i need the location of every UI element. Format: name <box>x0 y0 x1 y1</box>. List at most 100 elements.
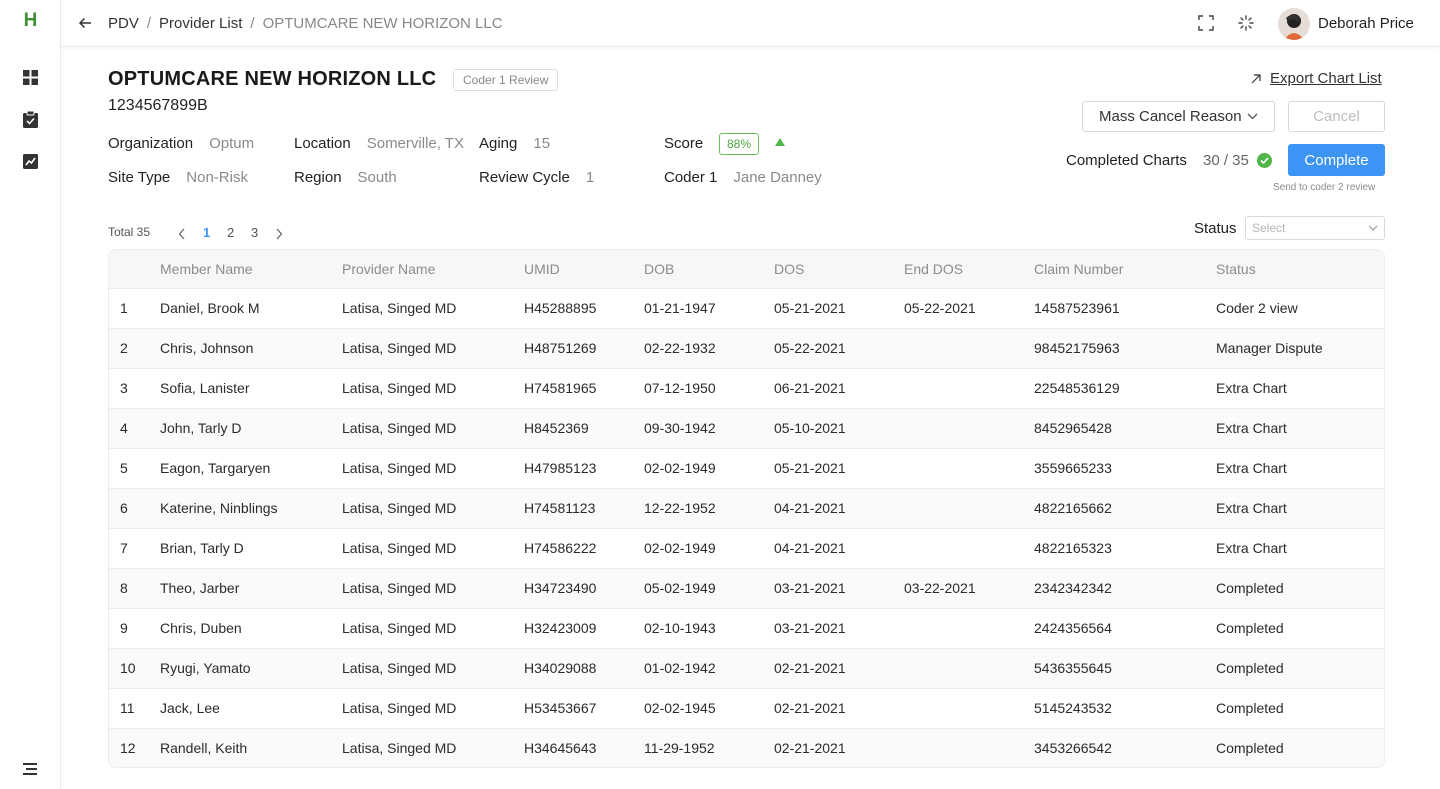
cell-dob: 02-10-1943 <box>644 620 716 636</box>
cell-provider-name: Latisa, Singed MD <box>342 540 457 556</box>
cell-member-name: Brian, Tarly D <box>160 540 244 556</box>
column-header-dos[interactable]: DOS <box>774 250 904 288</box>
column-header-umid[interactable]: UMID <box>524 250 644 288</box>
cell-umid: H34723490 <box>524 580 597 596</box>
site-type-value: Non-Risk <box>186 169 248 186</box>
breadcrumb-pdv[interactable]: PDV <box>108 15 139 32</box>
provider-id: 1234567899B <box>108 97 208 114</box>
cell-end-dos <box>904 648 1034 688</box>
table-row[interactable]: 12 Randell, Keith Latisa, Singed MD H346456… <box>109 728 1384 767</box>
loading-spinner-icon[interactable] <box>1237 14 1255 32</box>
cell-dob: 02-02-1945 <box>644 700 716 716</box>
cell-end-dos <box>904 488 1034 528</box>
column-header-member-name[interactable]: Member Name <box>160 250 342 288</box>
cell-row-index: 1 <box>120 300 128 316</box>
cell-umid: H34645643 <box>524 740 597 757</box>
analytics-chart-icon[interactable] <box>20 151 40 171</box>
cell-dos: 04-21-2021 <box>774 500 846 516</box>
cell-claim-number: 3559665233 <box>1034 460 1112 476</box>
cell-end-dos: 03-22-2021 <box>904 580 976 596</box>
app-logo[interactable]: H <box>0 10 61 32</box>
complete-button[interactable]: Complete <box>1288 144 1385 176</box>
cell-provider-name: Latisa, Singed MD <box>342 660 457 676</box>
table-row[interactable]: 9 Chris, Duben Latisa, Singed MD H32423009 0… <box>109 608 1384 648</box>
cell-row-index: 10 <box>120 660 136 676</box>
menu-list-icon[interactable] <box>20 759 40 779</box>
user-avatar[interactable] <box>1278 8 1310 40</box>
cell-row-index: 2 <box>120 340 128 356</box>
dashboard-icon[interactable] <box>20 67 40 87</box>
cell-dos: 03-21-2021 <box>774 620 846 636</box>
column-header-status[interactable]: Status <box>1216 250 1384 288</box>
cell-row-index: 12 <box>120 740 136 757</box>
cell-member-name: Chris, Duben <box>160 620 242 636</box>
cell-status: Extra Chart <box>1216 460 1287 476</box>
cell-member-name: Daniel, Brook M <box>160 300 260 316</box>
mass-cancel-label: Mass Cancel Reason <box>1099 108 1242 125</box>
next-page-icon[interactable] <box>275 227 285 240</box>
cell-status: Coder 2 view <box>1216 300 1298 316</box>
table-row[interactable]: 3 Sofia, Lanister Latisa, Singed MD H745819… <box>109 368 1384 408</box>
table-row[interactable]: 10 Ryugi, Yamato Latisa, Singed MD H3402908… <box>109 648 1384 688</box>
cell-dos: 05-21-2021 <box>774 460 846 476</box>
cell-status: Completed <box>1216 740 1284 757</box>
fullscreen-icon[interactable] <box>1197 14 1215 32</box>
table-row[interactable]: 8 Theo, Jarber Latisa, Singed MD H34723490 0… <box>109 568 1384 608</box>
cell-status: Extra Chart <box>1216 380 1287 396</box>
table-row[interactable]: 11 Jack, Lee Latisa, Singed MD H53453667 02-… <box>109 688 1384 728</box>
table-row[interactable]: 5 Eagon, Targaryen Latisa, Singed MD H47985… <box>109 448 1384 488</box>
clipboard-check-icon[interactable] <box>20 109 40 129</box>
cell-status: Extra Chart <box>1216 500 1287 516</box>
meta-location: Location Somerville, TX <box>294 135 464 152</box>
cell-dos: 06-21-2021 <box>774 380 846 396</box>
region-value: South <box>357 169 397 186</box>
cell-dos: 02-21-2021 <box>774 660 846 676</box>
page-title: OPTUMCARE NEW HORIZON LLC <box>108 68 437 90</box>
cell-end-dos <box>904 328 1034 368</box>
back-arrow-icon[interactable] <box>76 14 94 32</box>
cell-member-name: John, Tarly D <box>160 420 242 436</box>
export-chart-list-link[interactable]: Export Chart List <box>1250 70 1382 87</box>
page-2[interactable]: 2 <box>227 225 234 240</box>
cell-dob: 02-02-1949 <box>644 540 716 556</box>
column-header-dob[interactable]: DOB <box>644 250 774 288</box>
cell-claim-number: 22548536129 <box>1034 380 1120 396</box>
column-header-end-dos[interactable]: End DOS <box>904 250 1034 288</box>
cell-member-name: Sofia, Lanister <box>160 380 250 396</box>
cell-dob: 02-02-1949 <box>644 460 716 476</box>
external-link-icon <box>1251 73 1261 83</box>
cell-dob: 01-02-1942 <box>644 660 716 676</box>
cell-provider-name: Latisa, Singed MD <box>342 380 457 396</box>
table-row[interactable]: 2 Chris, Johnson Latisa, Singed MD H4875126… <box>109 328 1384 368</box>
page-1[interactable]: 1 <box>203 225 210 240</box>
coder-value: Jane Danney <box>733 169 822 186</box>
chevron-down-icon <box>1247 113 1258 120</box>
cell-provider-name: Latisa, Singed MD <box>342 300 457 316</box>
organization-label: Organization <box>108 135 194 152</box>
table-row[interactable]: 7 Brian, Tarly D Latisa, Singed MD H7458622… <box>109 528 1384 568</box>
meta-organization: Organization Optum <box>108 135 254 152</box>
column-header-provider-name[interactable]: Provider Name <box>342 250 524 288</box>
prev-page-icon[interactable] <box>178 227 188 240</box>
user-name[interactable]: Deborah Price <box>1318 15 1414 32</box>
mass-cancel-reason-select[interactable]: Mass Cancel Reason <box>1082 101 1275 132</box>
breadcrumb: PDV / Provider List / OPTUMCARE NEW HORI… <box>108 15 503 32</box>
cell-claim-number: 4822165662 <box>1034 500 1112 516</box>
table-row[interactable]: 6 Katerine, Ninblings Latisa, Singed MD H74… <box>109 488 1384 528</box>
organization-value: Optum <box>209 135 255 152</box>
column-header-claim-number[interactable]: Claim Number <box>1034 250 1216 288</box>
cell-end-dos <box>904 408 1034 448</box>
send-to-coder-2-note: Send to coder 2 review <box>1273 182 1376 193</box>
total-count: Total 35 <box>108 225 151 239</box>
page-3[interactable]: 3 <box>251 225 258 240</box>
cancel-button[interactable]: Cancel <box>1288 101 1385 132</box>
cell-row-index: 7 <box>120 540 128 556</box>
cell-umid: H53453667 <box>524 700 597 716</box>
cell-row-index: 4 <box>120 420 128 436</box>
breadcrumb-provider-list[interactable]: Provider List <box>159 15 242 32</box>
table-row[interactable]: 4 John, Tarly D Latisa, Singed MD H8452369 0… <box>109 408 1384 448</box>
check-circle-icon <box>1257 153 1272 168</box>
table-row[interactable]: 1 Daniel, Brook M Latisa, Singed MD H452888… <box>109 288 1384 328</box>
status-filter-select[interactable]: Select <box>1245 216 1385 240</box>
score-label: Score <box>664 135 704 152</box>
